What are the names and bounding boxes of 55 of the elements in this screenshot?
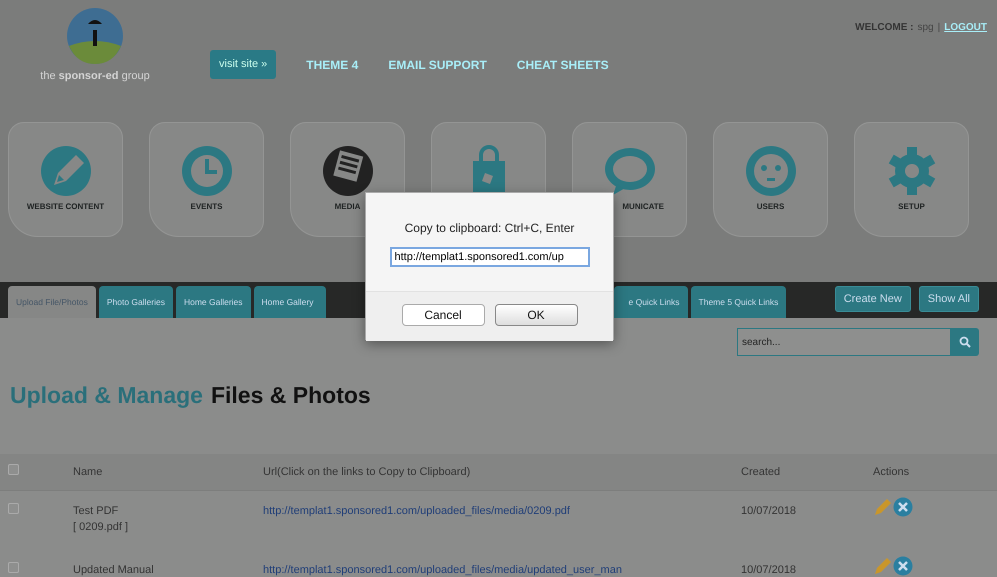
- tab[interactable]: Theme 5 Quick Links: [690, 286, 786, 318]
- dialog-button[interactable]: OK: [494, 304, 578, 326]
- speech-bubble-icon: [602, 145, 656, 197]
- column-header: Created: [741, 466, 780, 478]
- tab[interactable]: Upload File/Photos: [8, 286, 96, 318]
- file-url-link[interactable]: http://templat1.sponsored1.com/uploaded_files/media/0209.pdf: [263, 504, 570, 516]
- date-cell: 10/07/2018: [741, 504, 796, 516]
- url-field[interactable]: http://templat1.sponsored1.com/up: [390, 247, 590, 267]
- nav-link[interactable]: THEME 4: [306, 50, 358, 74]
- select-all-checkbox[interactable]: [8, 464, 19, 474]
- logout-link[interactable]: LOGOUT: [944, 20, 987, 112]
- date-cell: 10/07/2018: [741, 564, 796, 576]
- column-header: Url(Click on the links to Copy to Clipboard): [263, 466, 470, 478]
- separator: |: [938, 21, 940, 35]
- tile-label: MEDIA: [334, 203, 360, 212]
- logo-text: the sponsor-ed group: [40, 69, 150, 84]
- face-icon: [744, 145, 796, 197]
- tile-label: EVENTS: [190, 203, 222, 212]
- nav-link[interactable]: EMAIL SUPPORT: [388, 50, 487, 74]
- document-icon: [322, 145, 374, 197]
- dialog-button[interactable]: Cancel: [402, 304, 484, 326]
- menu-tile[interactable]: EVENTS: [149, 122, 264, 237]
- row-checkbox[interactable]: [8, 502, 19, 514]
- pencil-icon: [40, 145, 92, 197]
- file-name: Updated Manual: [73, 563, 155, 577]
- clock-icon: [180, 145, 232, 197]
- search-button[interactable]: [951, 328, 979, 356]
- column-header: Actions: [873, 466, 910, 478]
- page-title-accent: Upload & Manage: [10, 381, 203, 410]
- tile-label: SETUP: [898, 203, 925, 212]
- delete-icon[interactable]: [893, 556, 913, 576]
- tab[interactable]: Home Gallery: [254, 286, 326, 318]
- column-header: Name: [73, 466, 102, 478]
- tab[interactable]: e Quick Links: [614, 286, 688, 318]
- tile-label: USERS: [756, 203, 784, 212]
- page-title: Files & Photos: [210, 381, 371, 410]
- tab[interactable]: Home Galleries: [176, 286, 251, 318]
- row-checkbox[interactable]: [8, 562, 19, 573]
- search-field[interactable]: search...: [737, 328, 951, 356]
- search-icon: [959, 336, 971, 348]
- action-button[interactable]: Create New: [834, 286, 911, 312]
- tile-label: WEBSITE CONTENT: [26, 203, 104, 212]
- user-name: spg: [917, 21, 934, 35]
- file-label: [ 0209.pdf ]: [73, 520, 130, 535]
- menu-tile[interactable]: SETUP: [854, 122, 969, 237]
- menu-tile[interactable]: USERS: [713, 122, 828, 237]
- tile-label: MUNICATE: [622, 203, 664, 212]
- file-name: Test PDF: [73, 504, 120, 518]
- action-button[interactable]: Show All: [918, 286, 979, 312]
- visit-site-button[interactable]: visit site »: [210, 50, 276, 78]
- tab[interactable]: Photo Galleries: [98, 286, 173, 318]
- delete-icon[interactable]: [893, 496, 913, 516]
- nav-link[interactable]: CHEAT SHEETS: [516, 50, 609, 74]
- menu-tile[interactable]: WEBSITE CONTENT: [8, 122, 123, 237]
- welcome-label: WELCOME :: [855, 21, 914, 35]
